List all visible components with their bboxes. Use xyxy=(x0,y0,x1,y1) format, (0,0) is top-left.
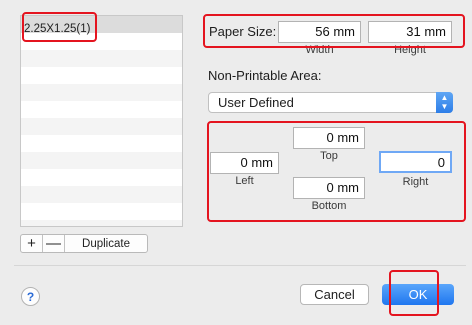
duplicate-button[interactable]: Duplicate xyxy=(65,235,147,252)
list-row xyxy=(21,135,182,152)
annotation-box-margins xyxy=(207,121,466,222)
list-row xyxy=(21,186,182,203)
list-row xyxy=(21,220,182,226)
remove-button[interactable]: — xyxy=(43,235,65,252)
footer-separator xyxy=(14,265,466,266)
list-edit-controls: + — Duplicate xyxy=(20,234,148,253)
list-row xyxy=(21,203,182,220)
updown-chevron-icon: ▲ ▼ xyxy=(436,92,453,113)
list-row xyxy=(21,152,182,169)
list-row xyxy=(21,169,182,186)
paper-size-list[interactable] xyxy=(20,15,183,227)
annotation-box-list-item xyxy=(22,12,97,42)
list-row xyxy=(21,118,182,135)
non-printable-area-label: Non-Printable Area: xyxy=(208,68,322,83)
select-value: User Defined xyxy=(218,95,294,110)
non-printable-area-select[interactable]: User Defined ▲ ▼ xyxy=(208,92,453,113)
add-button[interactable]: + xyxy=(21,235,43,252)
annotation-box-ok xyxy=(389,270,439,316)
list-row xyxy=(21,84,182,101)
list-row xyxy=(21,101,182,118)
annotation-box-paper-size xyxy=(203,14,465,48)
list-row xyxy=(21,67,182,84)
cancel-button[interactable]: Cancel xyxy=(300,284,369,305)
list-row xyxy=(21,50,182,67)
help-button[interactable]: ? xyxy=(21,287,40,306)
